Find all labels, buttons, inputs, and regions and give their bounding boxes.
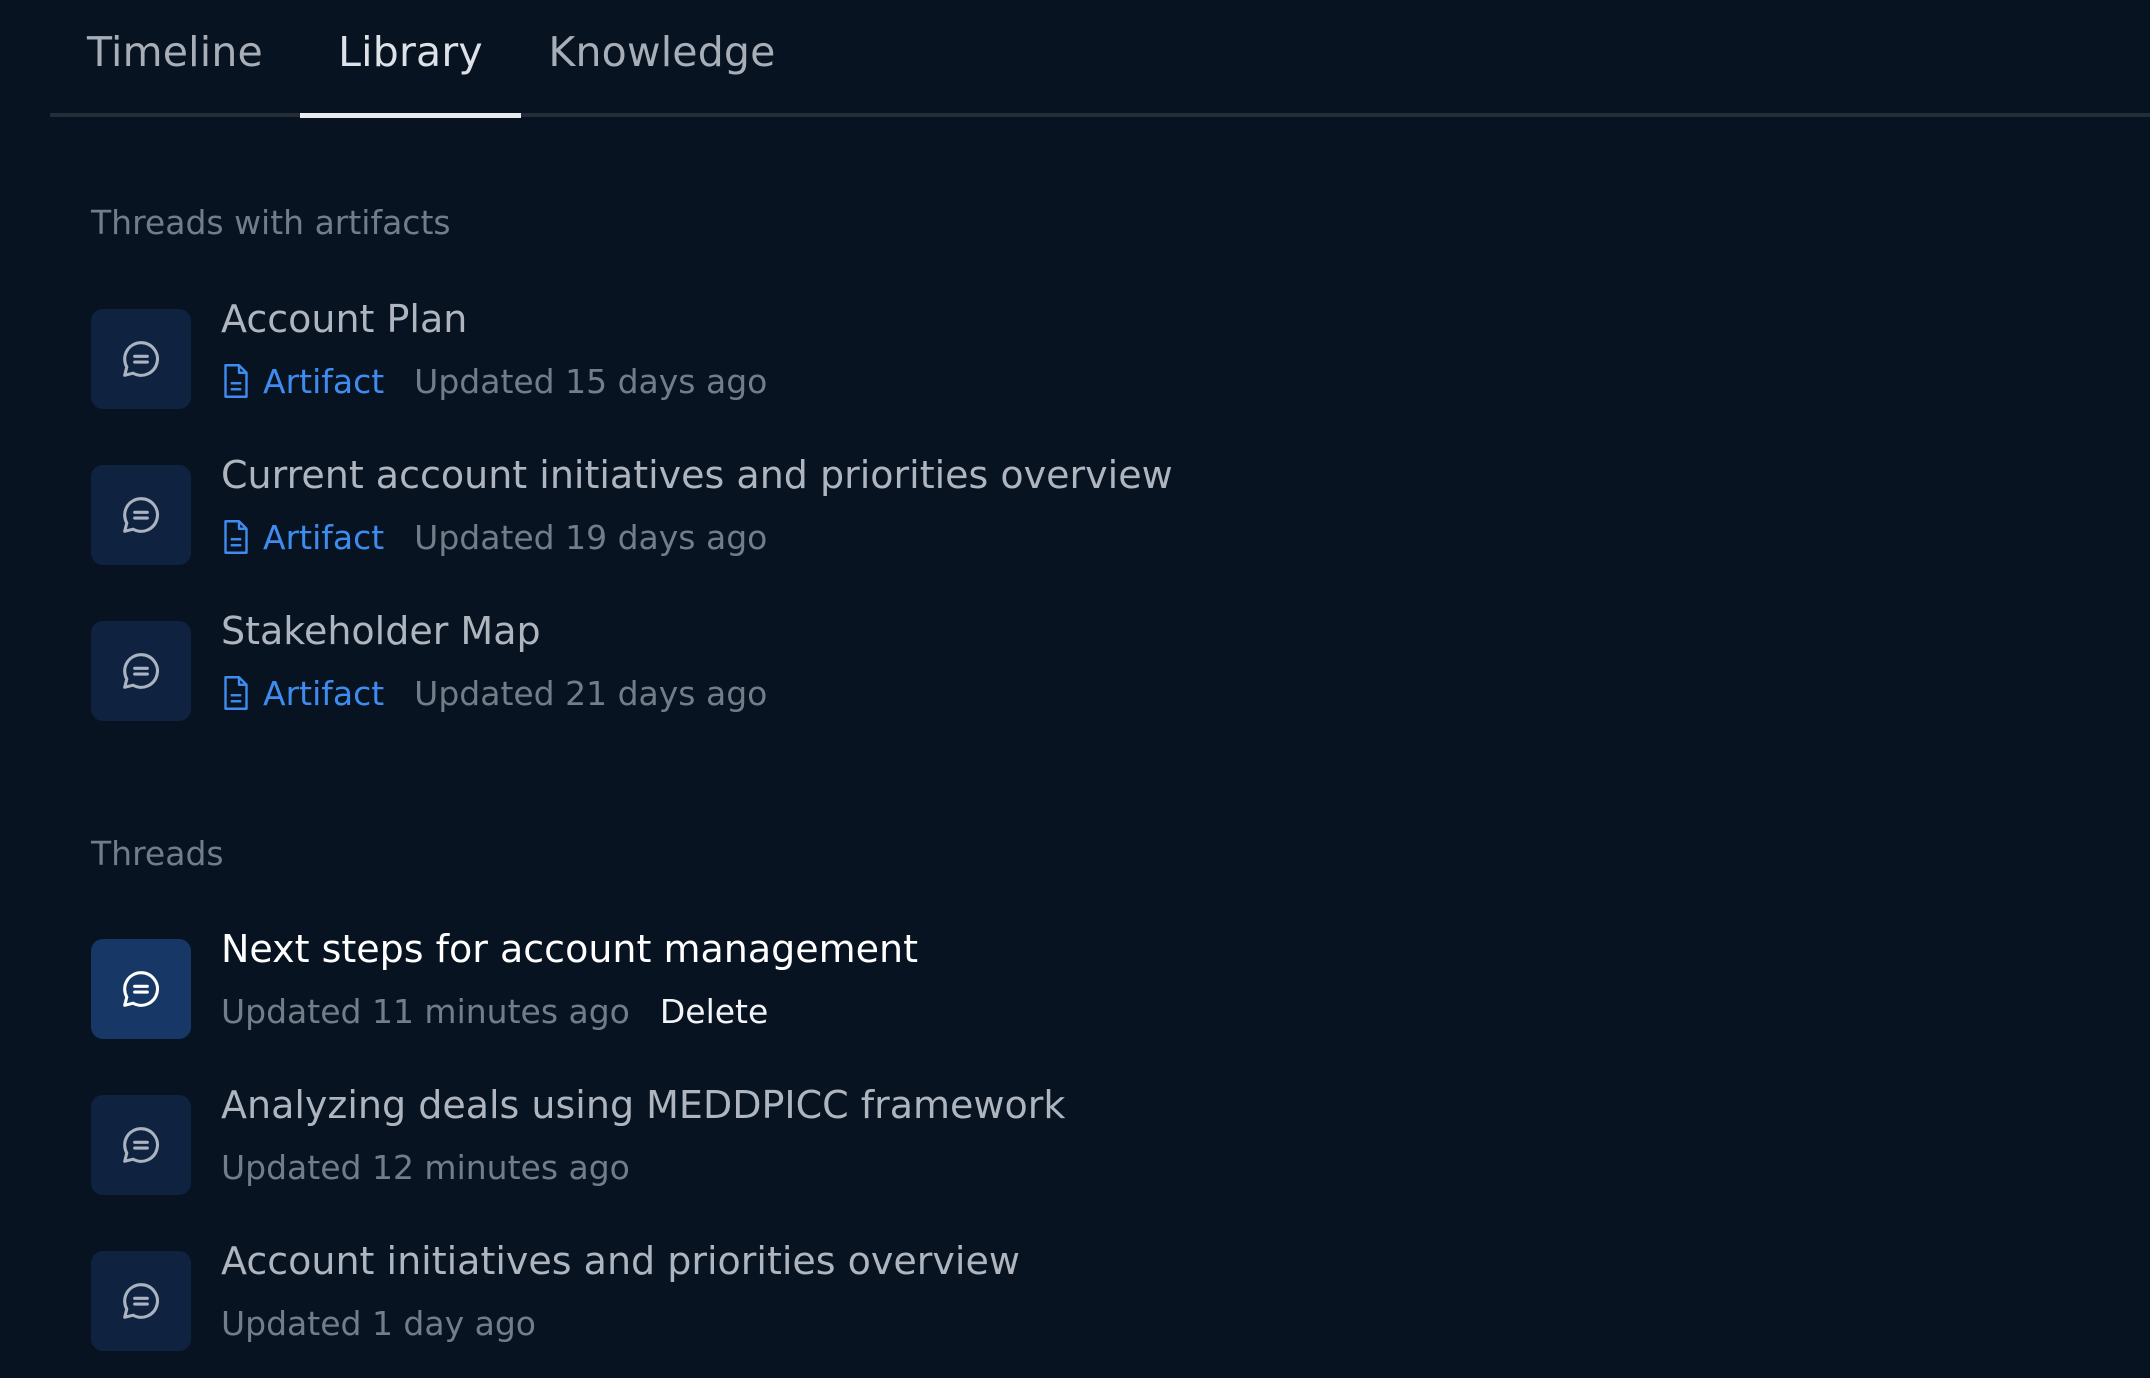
- thread-item-meddpicc[interactable]: Analyzing deals using MEDDPICC framework…: [91, 1083, 1491, 1195]
- tab-library[interactable]: Library: [300, 0, 521, 117]
- thread-title: Stakeholder Map: [221, 609, 541, 653]
- tab-timeline[interactable]: Timeline: [50, 0, 300, 117]
- artifact-label: Artifact: [263, 362, 385, 401]
- updated-timestamp: Updated 19 days ago: [414, 518, 768, 557]
- thread-item-next-steps[interactable]: Next steps for account management Update…: [91, 927, 1491, 1039]
- thread-meta: Artifact Updated 19 days ago: [221, 515, 767, 561]
- chat-bubble-icon: [91, 939, 191, 1039]
- active-tab-indicator: [300, 113, 521, 118]
- thread-meta: Artifact Updated 21 days ago: [221, 671, 767, 717]
- artifact-link[interactable]: Artifact: [221, 671, 384, 717]
- section-heading-artifacts: Threads with artifacts: [91, 203, 451, 242]
- chat-bubble-icon: [91, 1251, 191, 1351]
- thread-item-account-plan[interactable]: Account Plan Artifact Updated 15 days ago: [91, 297, 1491, 409]
- chat-bubble-icon: [91, 1095, 191, 1195]
- chat-bubble-icon: [91, 465, 191, 565]
- thread-meta: Updated 1 day ago: [221, 1301, 536, 1347]
- thread-title: Account initiatives and priorities overv…: [221, 1239, 1020, 1283]
- document-icon: [224, 364, 248, 398]
- section-heading-threads: Threads: [91, 834, 224, 873]
- updated-timestamp: Updated 1 day ago: [221, 1304, 536, 1343]
- thread-item-stakeholder-map[interactable]: Stakeholder Map Artifact Updated 21 days …: [91, 609, 1491, 721]
- chat-bubble-icon: [91, 621, 191, 721]
- thread-meta: Updated 12 minutes ago: [221, 1145, 630, 1191]
- delete-button[interactable]: Delete: [660, 989, 768, 1035]
- document-icon: [224, 520, 248, 554]
- thread-meta: Updated 11 minutes ago Delete: [221, 989, 768, 1035]
- artifact-link[interactable]: Artifact: [221, 515, 384, 561]
- document-icon: [224, 676, 248, 710]
- updated-timestamp: Updated 12 minutes ago: [221, 1148, 630, 1187]
- updated-timestamp: Updated 21 days ago: [414, 674, 768, 713]
- thread-item-account-initiatives[interactable]: Account initiatives and priorities overv…: [91, 1239, 1491, 1351]
- thread-title: Next steps for account management: [221, 927, 919, 971]
- artifact-label: Artifact: [263, 674, 385, 713]
- chat-bubble-icon: [91, 309, 191, 409]
- artifact-label: Artifact: [263, 518, 385, 557]
- thread-title: Account Plan: [221, 297, 468, 341]
- tab-knowledge[interactable]: Knowledge: [521, 0, 803, 117]
- thread-item-current-account-initiatives[interactable]: Current account initiatives and prioriti…: [91, 453, 1491, 565]
- artifact-link[interactable]: Artifact: [221, 359, 384, 405]
- thread-title: Current account initiatives and prioriti…: [221, 453, 1173, 497]
- tab-bar: Timeline Library Knowledge: [50, 0, 2150, 117]
- thread-meta: Artifact Updated 15 days ago: [221, 359, 767, 405]
- updated-timestamp: Updated 15 days ago: [414, 362, 768, 401]
- updated-timestamp: Updated 11 minutes ago: [221, 992, 630, 1031]
- thread-title: Analyzing deals using MEDDPICC framework: [221, 1083, 1066, 1127]
